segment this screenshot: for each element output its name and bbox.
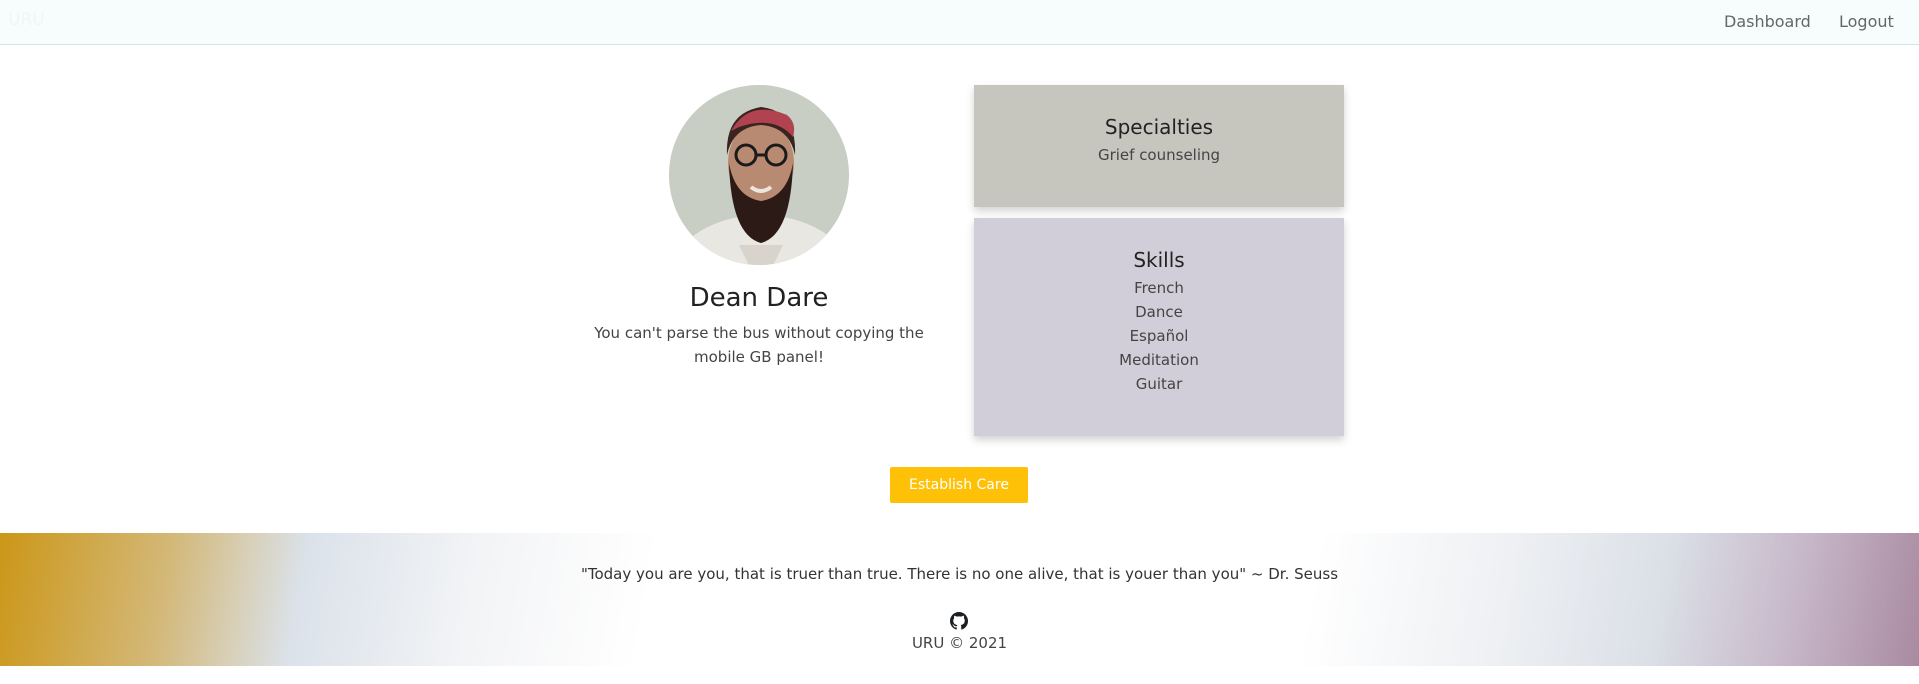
nav-link-logout[interactable]: Logout [1839,12,1894,31]
specialty-item: Grief counseling [1097,146,1221,164]
establish-care-button[interactable]: Establish Care [890,467,1028,503]
profile-bio: You can't parse the bus without copying … [594,324,924,366]
skill-item: Guitar [1135,375,1183,393]
skills-card: Skills French Dance Español Meditation G… [974,218,1344,436]
footer-quote: "Today you are you, that is truer than t… [580,565,1339,583]
brand-logo[interactable]: URU [8,10,45,30]
specialties-card: Specialties Grief counseling [974,85,1344,207]
skill-item: Meditation [1119,351,1199,369]
github-icon[interactable] [950,612,968,630]
specialties-title: Specialties [1104,115,1214,139]
profile-name: Dean Dare [689,283,829,313]
skill-item: Español [1129,327,1189,345]
navbar: URU Dashboard Logout [0,0,1919,45]
avatar-portrait-image [669,85,849,265]
skills-list: French Dance Español Meditation Guitar [974,276,1344,396]
nav-link-dashboard[interactable]: Dashboard [1724,12,1811,31]
footer: "Today you are you, that is truer than t… [0,533,1919,666]
skills-title: Skills [1133,248,1185,272]
copyright-text: URU © 2021 [911,634,1008,652]
skill-item: French [1134,279,1184,297]
avatar [669,85,849,265]
skill-item: Dance [1135,303,1183,321]
